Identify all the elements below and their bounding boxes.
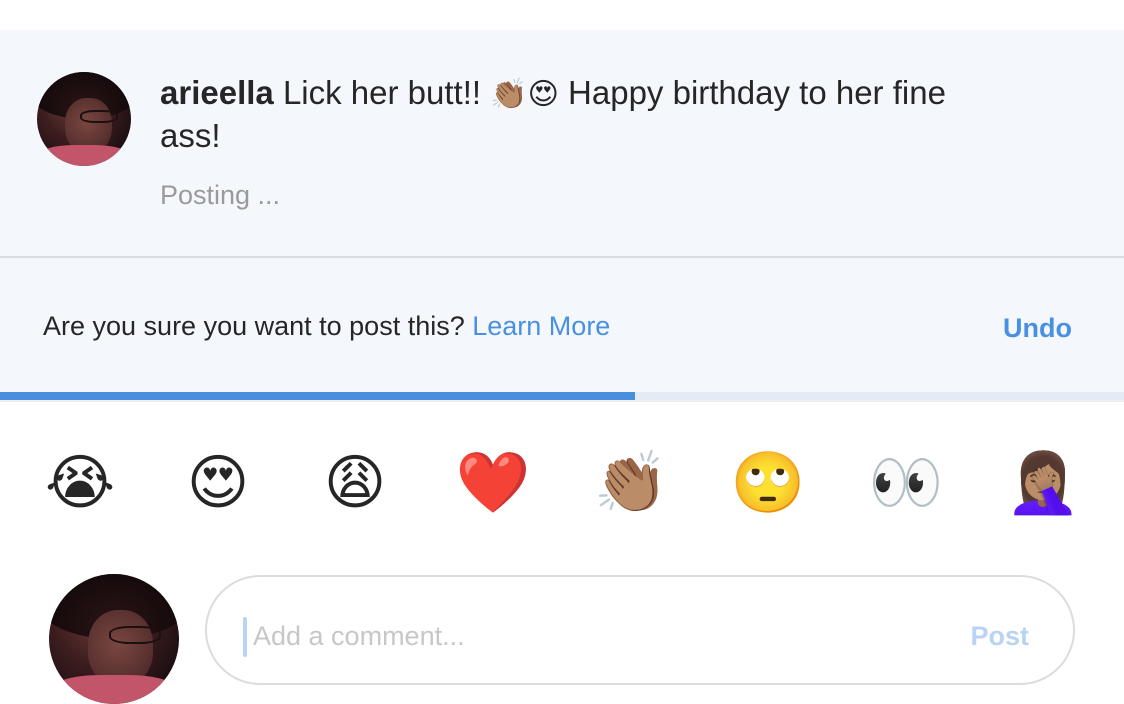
red-heart-icon[interactable]: ❤️ [456,446,531,520]
comment-body-part1: Lick her butt!! [282,74,482,111]
comment-text: arieella Lick her butt!! 👏🏽😍 Happy birth… [160,72,960,156]
top-strip [0,0,1124,30]
emoji-quick-bar: 😭 😍 😩 ❤️ 👏🏽 🙄 👀 🤦🏽‍♀️ [0,402,1124,562]
posting-progress-bar [0,392,1124,400]
undo-button[interactable]: Undo [1003,313,1072,344]
eye-roll-icon[interactable]: 🙄 [731,446,806,520]
loudly-crying-face-icon[interactable]: 😭 [43,446,117,520]
comment-input[interactable]: Add a comment... Post [205,575,1075,685]
heart-eyes-icon[interactable]: 😍 [181,446,255,520]
current-user-avatar [49,574,179,704]
confirm-question: Are you sure you want to post this? Lear… [43,311,610,342]
pending-comment: arieella Lick her butt!! 👏🏽😍 Happy birth… [0,30,1124,257]
facepalm-icon[interactable]: 🤦🏽‍♀️ [1006,446,1081,520]
clapping-hands-icon: 👏🏽 [490,77,528,112]
commenter-avatar[interactable] [37,72,131,166]
posting-status: Posting ... [160,180,281,210]
eyes-icon[interactable]: 👀 [869,446,944,520]
post-confirmation-banner: Are you sure you want to post this? Lear… [0,258,1124,392]
text-caret [243,617,247,657]
confirm-question-text: Are you sure you want to post this? [43,311,465,341]
comment-username[interactable]: arieella [160,74,274,111]
post-button[interactable]: Post [970,621,1029,652]
heart-eyes-icon: 😍 [527,77,559,112]
weary-face-icon[interactable]: 😩 [318,446,392,520]
posting-progress-fill [0,392,636,400]
clapping-hands-icon[interactable]: 👏🏽 [594,446,669,520]
comment-input-placeholder: Add a comment... [253,621,465,651]
learn-more-link[interactable]: Learn More [472,311,610,341]
